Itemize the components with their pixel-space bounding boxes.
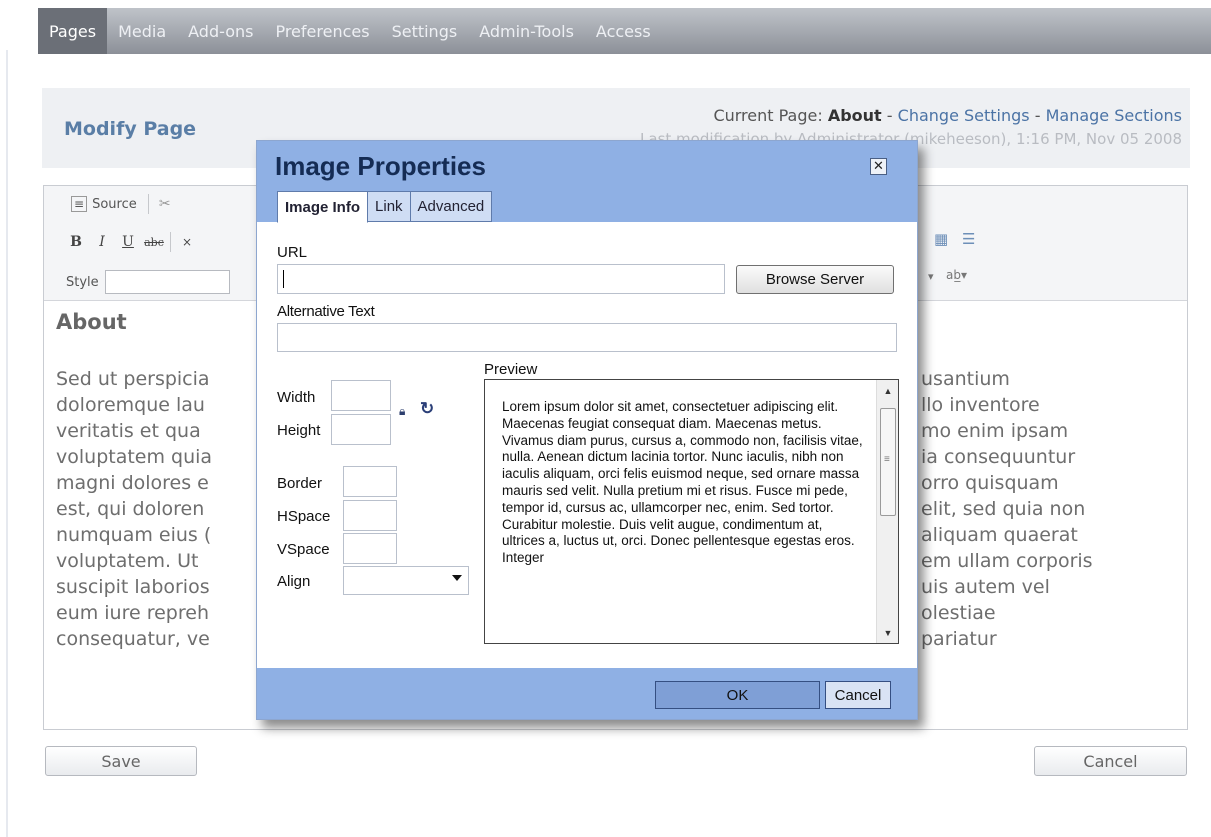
current-page-name: About [827,106,882,125]
top-nav: Pages Media Add-ons Preferences Settings… [38,8,1211,54]
dialog-title: Image Properties [275,151,486,181]
highlight-color-icon[interactable]: ab̲▾ [946,268,967,282]
toolbar-separator [170,232,171,252]
manage-sections-link[interactable]: Manage Sections [1046,106,1182,125]
height-label: Height [277,422,321,439]
strikethrough-button[interactable]: abc [144,236,164,249]
cancel-button[interactable]: Cancel [1034,746,1187,776]
browse-server-button[interactable]: Browse Server [736,265,894,294]
scroll-grip-icon: ≡ [884,454,890,465]
cut-icon[interactable]: ✂ [155,196,175,212]
source-button[interactable]: ≡ Source [66,194,142,214]
text-caret [283,270,284,288]
ok-button[interactable]: OK [655,681,820,709]
page-left-rule [6,50,8,837]
style-label: Style [66,274,99,290]
dropdown-arrow-icon[interactable]: ▾ [928,270,934,283]
reset-size-icon[interactable]: ↻ [420,399,434,419]
dialog-tabs: Image Info Link Advanced [277,191,493,223]
toolbar-row-3: Style [66,270,230,294]
toolbar-separator [147,194,149,214]
tab-link[interactable]: Link [368,191,411,222]
nav-item-pages[interactable]: Pages [38,8,108,54]
width-input[interactable] [331,380,391,411]
nav-item-access[interactable]: Access [585,8,662,54]
border-input[interactable] [343,466,397,497]
hspace-input[interactable] [343,500,397,531]
dialog-cancel-button[interactable]: Cancel [825,681,891,709]
url-label: URL [277,244,308,261]
height-input[interactable] [331,414,391,445]
save-button[interactable]: Save [45,746,197,776]
nav-item-settings[interactable]: Settings [381,8,469,54]
style-select[interactable] [104,270,230,294]
close-icon[interactable]: ✕ [870,158,887,175]
align-select[interactable] [343,566,469,595]
width-label: Width [277,389,316,406]
bold-button[interactable]: B [66,234,86,250]
vspace-label: VSpace [277,541,330,558]
align-label: Align [277,573,311,590]
subscript-icon[interactable]: × [177,235,197,249]
tab-advanced[interactable]: Advanced [410,191,493,222]
nav-item-admin-tools[interactable]: Admin-Tools [468,8,585,54]
scroll-up-icon[interactable]: ▲ [877,386,898,396]
nav-item-media[interactable]: Media [107,8,177,54]
current-page-info: Current Page: About - Change Settings - … [713,106,1182,125]
alternative-text-input[interactable] [277,323,897,352]
dialog-footer: OK Cancel [257,668,917,719]
change-settings-link[interactable]: Change Settings [898,106,1030,125]
dialog-header: Image Properties ✕ Image Info Link Advan… [257,141,917,223]
list-icon[interactable]: ☰ [962,230,975,248]
page-title: Modify Page [64,118,197,140]
separator: - [1029,106,1046,125]
current-page-prefix: Current Page: [713,106,828,125]
nav-item-preferences[interactable]: Preferences [264,8,380,54]
vspace-input[interactable] [343,533,397,564]
chevron-down-icon [452,575,462,581]
preview-text: Lorem ipsum dolor sit amet, consectetuer… [502,399,863,566]
source-label: Source [92,196,137,212]
source-icon: ≡ [71,196,88,212]
toolbar-row-2: B I U abc × [66,232,197,252]
alternative-text-label: Alternative Text [277,303,375,320]
image-properties-dialog: Image Properties ✕ Image Info Link Advan… [256,140,918,720]
toolbar-row-1: ≡ Source ✂ [66,194,175,214]
underline-button[interactable]: U [118,234,138,250]
table-icon[interactable]: ▦ [934,230,948,248]
preview-scrollbar[interactable]: ▲ ≡ ▼ [876,380,898,643]
lock-ratio-icon[interactable]: 🔒︎ [399,404,405,419]
tab-image-info[interactable]: Image Info [277,191,369,223]
scroll-down-icon[interactable]: ▼ [877,628,898,638]
url-input[interactable] [277,264,725,294]
preview-box[interactable]: Lorem ipsum dolor sit amet, consectetuer… [484,379,899,644]
separator: - [881,106,898,125]
scroll-thumb[interactable]: ≡ [880,408,896,516]
italic-button[interactable]: I [92,234,112,250]
preview-label: Preview [484,361,538,378]
border-label: Border [277,475,323,492]
hspace-label: HSpace [277,508,331,525]
nav-item-add-ons[interactable]: Add-ons [177,8,264,54]
